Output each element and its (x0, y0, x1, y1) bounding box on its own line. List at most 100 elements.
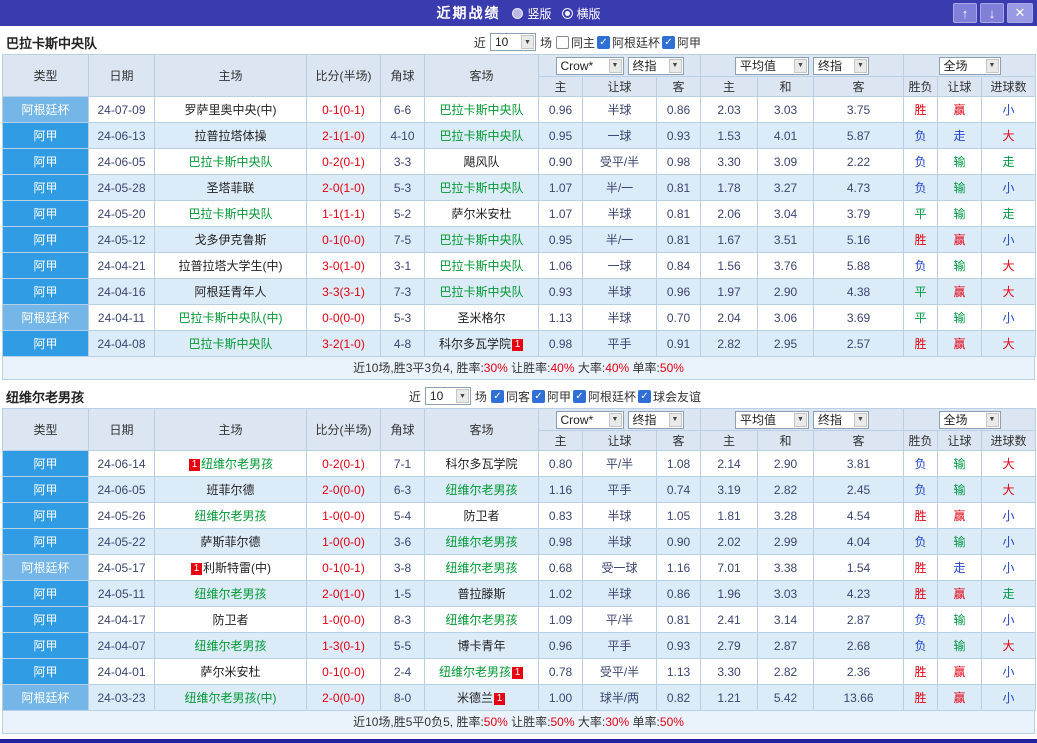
league-type-cell[interactable]: 阿甲 (2, 476, 89, 503)
odds-source-select[interactable]: Crow* ▼ (555, 410, 624, 429)
away-team-cell[interactable]: 防卫者 (424, 502, 539, 529)
league-type-cell[interactable]: 阿根廷杯 (2, 96, 89, 123)
scope-select[interactable]: 全场 ▼ (938, 410, 1001, 429)
league-type-cell[interactable]: 阿甲 (2, 330, 89, 357)
away-team-cell[interactable]: 普拉滕斯 (424, 580, 539, 607)
home-team-cell[interactable]: 萨尔米安杜 (154, 658, 307, 685)
avg-source-select[interactable]: 平均值 ▼ (735, 410, 809, 429)
home-team-cell[interactable]: 拉普拉塔体操 (154, 122, 307, 149)
league-type-cell[interactable]: 阿甲 (2, 658, 89, 685)
away-team-cell[interactable]: 圣米格尔 (424, 304, 539, 331)
odds-stage-select[interactable]: 终指 ▼ (627, 410, 684, 429)
avg-stage-select[interactable]: 终指 ▼ (813, 410, 869, 429)
home-team-cell[interactable]: 阿根廷青年人 (154, 278, 307, 305)
league-type-cell[interactable]: 阿甲 (2, 278, 89, 305)
handicap-result-cell: 赢 (937, 684, 982, 711)
close-button[interactable]: ✕ (1007, 3, 1033, 23)
league-type-cell[interactable]: 阿甲 (2, 632, 89, 659)
filter-checkbox[interactable]: ✓ 阿甲 (531, 388, 571, 405)
sub-col-header: 让球 (937, 430, 982, 451)
sub-col-header: 胜负 (903, 76, 938, 97)
handicap-odds-cell: 0.80 (538, 450, 583, 477)
home-team-cell[interactable]: 纽维尔老男孩 (154, 632, 307, 659)
home-team-cell[interactable]: 纽维尔老男孩 (154, 502, 307, 529)
score-cell: 3-3(3-1) (306, 278, 381, 305)
filter-checkbox[interactable]: ✓ 阿根廷杯 (596, 34, 660, 51)
radio-label: 竖版 (527, 6, 552, 21)
sub-col-header: 客 (656, 430, 701, 451)
away-team-cell[interactable]: 米德兰 1 (424, 684, 539, 711)
home-team-cell[interactable]: 纽维尔老男孩(中) (154, 684, 307, 711)
filter-checkbox[interactable]: 同主 (555, 34, 595, 51)
filter-checkbox[interactable]: ✓ 球会友谊 (637, 388, 701, 405)
league-type-cell[interactable]: 阿甲 (2, 148, 89, 175)
avg-stage-select[interactable]: 终指 ▼ (813, 56, 869, 75)
home-team-cell[interactable]: 防卫者 (154, 606, 307, 633)
away-team-cell[interactable]: 巴拉卡斯中央队 (424, 96, 539, 123)
away-team-cell[interactable]: 科尔多瓦学院 (424, 450, 539, 477)
league-type-cell[interactable]: 阿甲 (2, 450, 89, 477)
near-count-select[interactable]: 10 ▼ (424, 387, 471, 405)
league-type-cell[interactable]: 阿甲 (2, 528, 89, 555)
sub-col-header: 进球数 (981, 76, 1036, 97)
move-up-button[interactable]: ↑ (953, 3, 977, 23)
away-team-cell[interactable]: 巴拉卡斯中央队 (424, 122, 539, 149)
near-count-select[interactable]: 10 ▼ (489, 33, 536, 51)
home-team-cell[interactable]: 班菲尔德 (154, 476, 307, 503)
sub-col-header: 主 (538, 430, 583, 451)
odds-stage-select[interactable]: 终指 ▼ (627, 56, 684, 75)
league-type-cell[interactable]: 阿甲 (2, 580, 89, 607)
away-team-cell[interactable]: 纽维尔老男孩 (424, 528, 539, 555)
away-team-cell[interactable]: 萨尔米安杜 (424, 200, 539, 227)
match-row: 阿甲 24-05-28 圣塔菲联 2-0(1-0) 5-3 巴拉卡斯中央队 1.07 半/一 0… (2, 174, 1036, 201)
sub-col-header: 主 (538, 76, 583, 97)
league-type-cell[interactable]: 阿甲 (2, 174, 89, 201)
away-team-cell[interactable]: 纽维尔老男孩 (424, 476, 539, 503)
scope-select[interactable]: 全场 ▼ (938, 56, 1001, 75)
home-team-cell[interactable]: 纽维尔老男孩 (154, 580, 307, 607)
home-team-cell[interactable]: 戈多伊克鲁斯 (154, 226, 307, 253)
away-team-cell[interactable]: 飓风队 (424, 148, 539, 175)
odds-source-select[interactable]: Crow* ▼ (555, 56, 624, 75)
away-team-cell[interactable]: 博卡青年 (424, 632, 539, 659)
away-team-cell[interactable]: 科尔多瓦学院 1 (424, 330, 539, 357)
league-type-cell[interactable]: 阿根廷杯 (2, 554, 89, 581)
filter-checkboxes: 同主 ✓ 阿根廷杯 ✓ 阿甲 (555, 34, 701, 51)
league-type-cell[interactable]: 阿甲 (2, 252, 89, 279)
home-team-cell[interactable]: 巴拉卡斯中央队(中) (154, 304, 307, 331)
away-team-cell[interactable]: 纽维尔老男孩 (424, 554, 539, 581)
away-team-cell[interactable]: 巴拉卡斯中央队 (424, 252, 539, 279)
winloss-cell: 胜 (903, 554, 938, 581)
view-mode-radio[interactable]: 横版 (561, 5, 601, 22)
away-team-cell[interactable]: 巴拉卡斯中央队 (424, 278, 539, 305)
home-team-cell[interactable]: 萨斯菲尔德 (154, 528, 307, 555)
home-team-cell[interactable]: 巴拉卡斯中央队 (154, 200, 307, 227)
away-team-cell[interactable]: 纽维尔老男孩 1 (424, 658, 539, 685)
view-mode-radio[interactable]: 竖版 (512, 5, 552, 22)
home-team-cell[interactable]: 1 利斯特雷(中) (154, 554, 307, 581)
home-team-cell[interactable]: 圣塔菲联 (154, 174, 307, 201)
home-team-cell[interactable]: 拉普拉塔大学生(中) (154, 252, 307, 279)
move-down-button[interactable]: ↓ (980, 3, 1004, 23)
league-type-cell[interactable]: 阿甲 (2, 122, 89, 149)
league-type-cell[interactable]: 阿甲 (2, 226, 89, 253)
home-team-cell[interactable]: 巴拉卡斯中央队 (154, 148, 307, 175)
away-team-cell[interactable]: 纽维尔老男孩 (424, 606, 539, 633)
filter-checkbox[interactable]: ✓ 同客 (490, 388, 530, 405)
league-type-cell[interactable]: 阿根廷杯 (2, 304, 89, 331)
avg-source-select[interactable]: 平均值 ▼ (735, 56, 809, 75)
home-team-cell[interactable]: 1 纽维尔老男孩 (154, 450, 307, 477)
league-type-cell[interactable]: 阿甲 (2, 606, 89, 633)
away-team-cell[interactable]: 巴拉卡斯中央队 (424, 174, 539, 201)
home-team-cell[interactable]: 罗萨里奥中央(中) (154, 96, 307, 123)
away-team-cell[interactable]: 巴拉卡斯中央队 (424, 226, 539, 253)
match-row: 阿甲 24-04-01 萨尔米安杜 0-1(0-0) 2-4 纽维尔老男孩 1 0.78 受平/… (2, 658, 1036, 685)
league-type-cell[interactable]: 阿根廷杯 (2, 684, 89, 711)
matches-tbody: 阿根廷杯 24-07-09 罗萨里奥中央(中) 0-1(0-1) 6-6 巴拉卡斯中央队 0… (2, 96, 1036, 357)
filter-checkbox[interactable]: ✓ 阿甲 (661, 34, 701, 51)
league-type-cell[interactable]: 阿甲 (2, 502, 89, 529)
home-team-cell[interactable]: 巴拉卡斯中央队 (154, 330, 307, 357)
filter-checkbox[interactable]: ✓ 阿根廷杯 (572, 388, 636, 405)
summary-segment: 大率: (574, 361, 606, 375)
league-type-cell[interactable]: 阿甲 (2, 200, 89, 227)
